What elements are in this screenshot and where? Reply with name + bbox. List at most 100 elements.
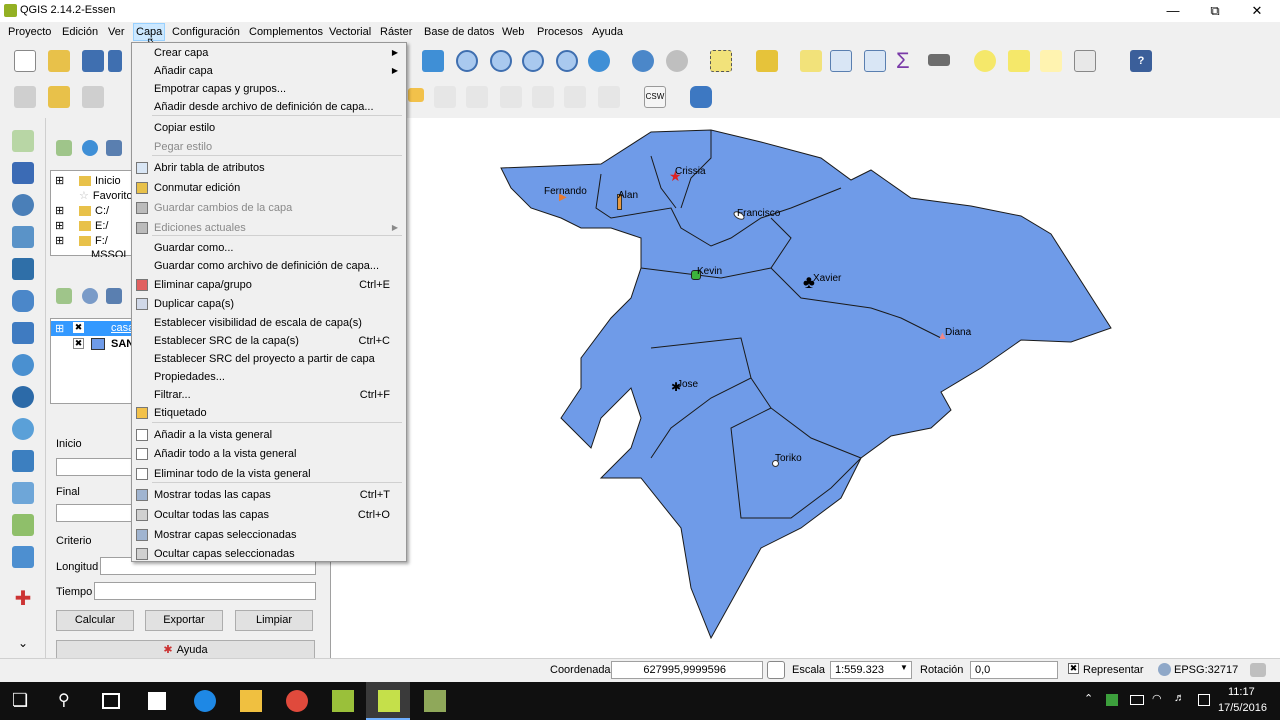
add-oracle-layer-icon[interactable]	[12, 290, 34, 312]
select-by-expression-icon[interactable]	[756, 50, 778, 72]
capa-menu-item-24[interactable]: Ocultar todas las capas Ctrl+O	[132, 506, 406, 524]
browser-item-c[interactable]: ⊞ C:/	[55, 204, 109, 217]
map-canvas[interactable]: ★ ▶ ♣ ▲ ✱ Fernando Alan Crissia Francisc…	[330, 118, 1280, 658]
save-as-icon[interactable]	[108, 50, 122, 72]
layer-row-casa[interactable]: ⊞ ✖ casa	[51, 321, 135, 336]
coordinate-field[interactable]: 627995,9999596	[611, 661, 763, 679]
digitize-icon[interactable]	[14, 86, 36, 108]
taskbar-date[interactable]: 17/5/2016	[1218, 702, 1267, 714]
add-db2-layer-icon[interactable]	[12, 322, 34, 344]
new-project-icon[interactable]	[14, 50, 36, 72]
menu-complementos[interactable]: Complementos	[249, 26, 323, 38]
tray-wifi-icon[interactable]: ◠	[1152, 692, 1162, 705]
zoom-out-icon[interactable]	[490, 50, 512, 72]
add-selected-icon[interactable]	[56, 140, 72, 156]
more-tools-chevron-icon[interactable]: ⌄	[12, 636, 34, 658]
capa-menu-item-25[interactable]: Mostrar capas seleccionadas	[132, 526, 406, 544]
tray-app-icon[interactable]	[1106, 694, 1118, 706]
refresh-browser-icon[interactable]	[82, 140, 98, 156]
maximize-button[interactable]: ⧉	[1192, 0, 1238, 22]
menu-edicion[interactable]: Edición	[62, 26, 98, 38]
capa-menu-item-2[interactable]: Empotrar capas y grupos...	[132, 80, 406, 98]
zoom-in-icon[interactable]	[456, 50, 478, 72]
add-virtual-layer-icon[interactable]	[12, 482, 34, 504]
filter-legend-icon[interactable]	[106, 288, 122, 304]
crs-label[interactable]: EPSG:32717	[1174, 664, 1238, 676]
qgis-browser-icon[interactable]	[424, 690, 446, 712]
layer-row-san[interactable]: ✖ SAN	[51, 337, 135, 352]
browser-item-e[interactable]: ⊞ E:/	[55, 219, 108, 232]
edge-icon[interactable]	[194, 690, 216, 712]
change-label-icon[interactable]	[564, 86, 586, 108]
zoom-layer-icon[interactable]	[522, 50, 544, 72]
new-bookmark-icon[interactable]	[1008, 50, 1030, 72]
move-label-icon[interactable]	[500, 86, 522, 108]
tray-battery-icon[interactable]	[1130, 695, 1144, 705]
menu-web[interactable]: Web	[502, 26, 524, 38]
add-postgis-layer-icon[interactable]	[12, 194, 34, 216]
layer-style-icon[interactable]	[56, 288, 72, 304]
attribute-table-icon[interactable]	[830, 50, 852, 72]
capa-menu-item-13[interactable]: Duplicar capa(s)	[132, 295, 406, 313]
visibility-icon[interactable]	[82, 288, 98, 304]
menu-procesos[interactable]: Procesos	[537, 26, 583, 38]
capa-menu-item-15[interactable]: Establecer SRC de la capa(s) Ctrl+C	[132, 332, 406, 350]
text-annotation-icon[interactable]	[1074, 50, 1096, 72]
capa-menu-item-7[interactable]: Conmutar edición	[132, 179, 406, 197]
windows-start-icon[interactable]: ❏	[12, 690, 34, 712]
toggle-edit-icon[interactable]	[48, 86, 70, 108]
messages-icon[interactable]	[1250, 663, 1266, 677]
capa-menu-item-23[interactable]: Mostrar todas las capas Ctrl+T	[132, 486, 406, 504]
render-checkbox[interactable]: ✖	[1068, 663, 1079, 674]
taskbar-time[interactable]: 11:17	[1228, 686, 1255, 698]
capa-menu-item-22[interactable]: Eliminar todo de la vista general	[132, 465, 406, 483]
action-icon[interactable]	[666, 50, 688, 72]
capa-menu-item-0[interactable]: Crear capa ▶	[132, 44, 406, 62]
menu-ayuda[interactable]: Ayuda	[592, 26, 623, 38]
select-features-icon[interactable]	[710, 50, 732, 72]
explorer-icon[interactable]	[240, 690, 262, 712]
statistics-icon[interactable]: Σ	[896, 48, 918, 73]
python-console-icon[interactable]	[690, 86, 712, 108]
csw-icon[interactable]: CSW	[644, 86, 666, 108]
pan-to-selection-icon[interactable]	[422, 50, 444, 72]
capa-menu-item-16[interactable]: Establecer SRC del proyecto a partir de …	[132, 350, 406, 368]
capa-menu-item-3[interactable]: Añadir desde archivo de definición de ca…	[132, 98, 406, 116]
browser-item-mssql[interactable]: MSSQL	[55, 249, 130, 257]
filter-browser-icon[interactable]	[106, 140, 122, 156]
add-mssql-layer-icon[interactable]	[12, 258, 34, 280]
qgis-taskbar-icon[interactable]	[332, 690, 354, 712]
save-project-icon[interactable]	[82, 50, 104, 72]
browser-item-favoritos[interactable]: ☆ Favoritos	[55, 189, 138, 202]
capa-menu-item-4[interactable]: Copiar estilo	[132, 119, 406, 137]
browser-item-inicio[interactable]: ⊞ Inicio	[55, 174, 121, 187]
pin-labels-icon[interactable]	[434, 86, 456, 108]
clear-button[interactable]: Limpiar	[235, 610, 313, 631]
label-tool-icon[interactable]	[408, 88, 424, 102]
add-wms-layer-icon[interactable]	[12, 354, 34, 376]
new-shapefile-icon[interactable]	[12, 514, 34, 536]
show-bookmarks-icon[interactable]	[1040, 50, 1062, 72]
field-calculator-icon[interactable]	[864, 50, 886, 72]
capa-menu-item-6[interactable]: Abrir tabla de atributos	[132, 159, 406, 177]
gps-tools-icon[interactable]: ✚	[12, 588, 34, 610]
zoom-last-icon[interactable]	[556, 50, 578, 72]
tray-notification-icon[interactable]	[1198, 694, 1210, 706]
show-hide-labels-icon[interactable]	[598, 86, 620, 108]
task-view-icon[interactable]	[102, 693, 120, 709]
export-button[interactable]: Exportar	[145, 610, 223, 631]
identify-icon[interactable]	[632, 50, 654, 72]
close-button[interactable]: ✕	[1234, 0, 1280, 22]
chrome-icon[interactable]	[286, 690, 308, 712]
capa-menu-item-12[interactable]: Eliminar capa/grupo Ctrl+E	[132, 276, 406, 294]
add-raster-layer-icon[interactable]	[12, 162, 34, 184]
rotation-field[interactable]: 0,0	[970, 661, 1058, 679]
menu-configuracion[interactable]: Configuración	[172, 26, 240, 38]
calculate-button[interactable]: Calcular	[56, 610, 134, 631]
map-svg[interactable]	[331, 118, 1280, 658]
tray-volume-icon[interactable]: ♬	[1174, 692, 1185, 704]
highlight-labels-icon[interactable]	[466, 86, 488, 108]
search-icon[interactable]: ⚲	[58, 690, 80, 712]
toggle-extents-icon[interactable]	[767, 661, 785, 679]
crs-globe-icon[interactable]	[1158, 663, 1171, 676]
